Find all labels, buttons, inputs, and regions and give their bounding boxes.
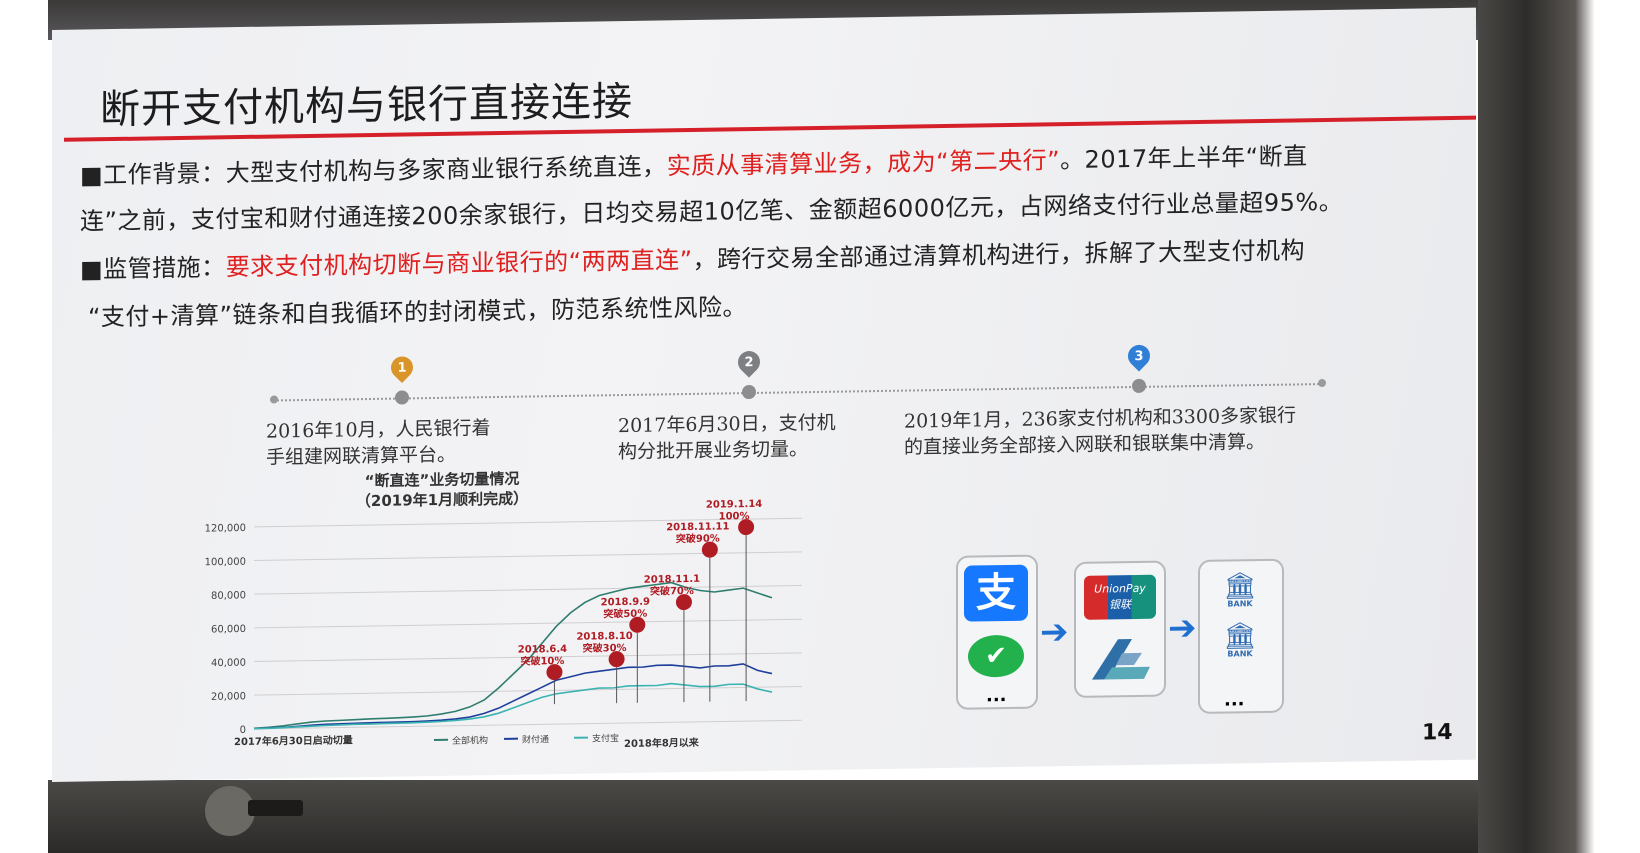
timeline-node-1 [395,390,409,405]
measures-line-2: “支付+清算”链条和自我循环的封闭模式，防范系统性风险。 [88,293,747,332]
milestone-date: 2018.6.4 [518,644,567,656]
y-tick-label: 100,000 [205,557,246,569]
legend-label: 支付宝 [592,732,619,744]
milestone-date: 2019.1.14 [706,499,762,511]
milestone-label: 突破30% [583,641,627,655]
milestone-label: 突破90% [676,532,720,546]
milestone-label: 突破70% [650,584,694,598]
timeline-text-2-line1: 2017年6月30日，支付机 [618,411,836,438]
milestone-label: 100% [719,511,750,522]
timeline-pin-1-icon: 1 [386,351,418,384]
gridline [254,618,802,629]
timeline-start-dot [270,395,278,404]
x-label-left: 2017年6月30日启动切量 [234,733,353,748]
cutover-line-chart: 0 20,000 40,000 60,000 80,000 100,000 120,000 2… [205,499,802,750]
bank-icon-2: 🏛 BANK [1220,621,1260,659]
alipay-icon: 支 [964,564,1028,622]
payment-institutions-card: 支 ✔ ... [956,554,1038,710]
unionpay-icon: UnionPay 银联 [1084,574,1156,620]
clearing-institutions-card: UnionPay 银联 [1074,560,1166,698]
bank-icon: 🏛 BANK [1220,571,1260,609]
measures-text-1: ，跨行交易全部通过清算机构进行，拆解了大型支付机构 [692,236,1306,274]
gridline [254,585,802,595]
nucc-icon [1092,639,1150,680]
timeline-node-3 [1132,378,1146,394]
timeline-pin-3-icon: 3 [1123,340,1155,372]
background-text-1: 大型支付机构与多家商业银行系统直连， [225,152,667,188]
slide-title: 断开支付机构与银行直接连接 [100,78,633,134]
timeline-end-dot [1318,378,1326,388]
y-tick-label: 0 [240,725,246,736]
measures-label: ■监管措施： [80,253,226,284]
presentation-slide: 断开支付机构与银行直接连接 ■工作背景：大型支付机构与多家商业银行系统直连，实质… [52,7,1476,783]
y-tick-label: 60,000 [211,624,246,636]
milestone-date: 2018.9.9 [601,597,650,609]
timeline-text-1: 2016年10月，人民银行着 手组建网联清算平台。 [266,415,491,471]
room-background-left [0,0,48,853]
background-label: ■工作背景： [80,159,226,190]
legend-label: 全部机构 [452,734,488,747]
microphone [248,800,303,816]
milestone-label: 突破50% [603,607,647,621]
timeline-pin-2-icon: 2 [733,346,765,378]
ellipsis-right: ... [1224,689,1245,711]
gridline [254,551,802,561]
y-tick-label: 120,000 [205,523,246,535]
timeline-node-2 [742,384,756,400]
timeline-text-1-line1: 2016年10月，人民银行着 [266,417,491,443]
y-tick-label: 80,000 [211,590,246,602]
arrow-right-icon-2: ➔ [1168,608,1197,649]
unionpay-cn-label: 银联 [1109,598,1131,612]
measures-highlight: 要求支付机构切断与商业银行的“两两直连” [225,245,693,282]
x-label-right: 2018年8月以来 [624,736,700,750]
measures-paragraph: ■监管措施：要求支付机构切断与商业银行的“两两直连”，跨行交易全部通过清算机构进… [80,230,1305,284]
arrow-right-icon: ➔ [1040,612,1069,653]
legend-label: 财付通 [522,733,549,745]
background-highlight: 实质从事清算业务，成为“第二央行” [666,146,1061,181]
milestone-date: 2018.8.10 [576,631,632,643]
page-number: 14 [1422,719,1453,746]
room-background-right [1478,0,1640,853]
background-paragraph: ■工作背景：大型支付机构与多家商业银行系统直连，实质从事清算业务，成为“第二央行… [80,136,1308,190]
y-tick-label: 20,000 [211,691,246,703]
wechat-pay-icon: ✔ [968,634,1024,678]
milestone-label: 突破10% [520,654,564,668]
milestone-date: 2018.11.11 [666,521,729,533]
timeline-text-3-line2: 的直接业务全部接入网联和银联集中清算。 [904,430,1266,459]
timeline-line [274,383,1322,402]
ellipsis-left: ... [986,685,1007,707]
background-line-2: 连”之前，支付宝和财付通连接200余家银行，日均交易超10亿笔、金额超6000亿… [80,187,1344,236]
y-tick-label: 40,000 [211,658,246,670]
unionpay-label: UnionPay [1094,581,1146,596]
timeline-text-2: 2017年6月30日，支付机 构分批开展业务切量。 [618,410,836,465]
timeline-text-3: 2019年1月，236家支付机构和3300多家银行 的直接业务全部接入网联和银联… [904,402,1296,460]
banks-card: 🏛 BANK 🏛 BANK ... [1198,558,1284,714]
background-text-2: 。2017年上半年“断直 [1060,142,1308,175]
room-background-bottom [48,780,1478,853]
milestone-date: 2018.11.1 [644,574,700,586]
